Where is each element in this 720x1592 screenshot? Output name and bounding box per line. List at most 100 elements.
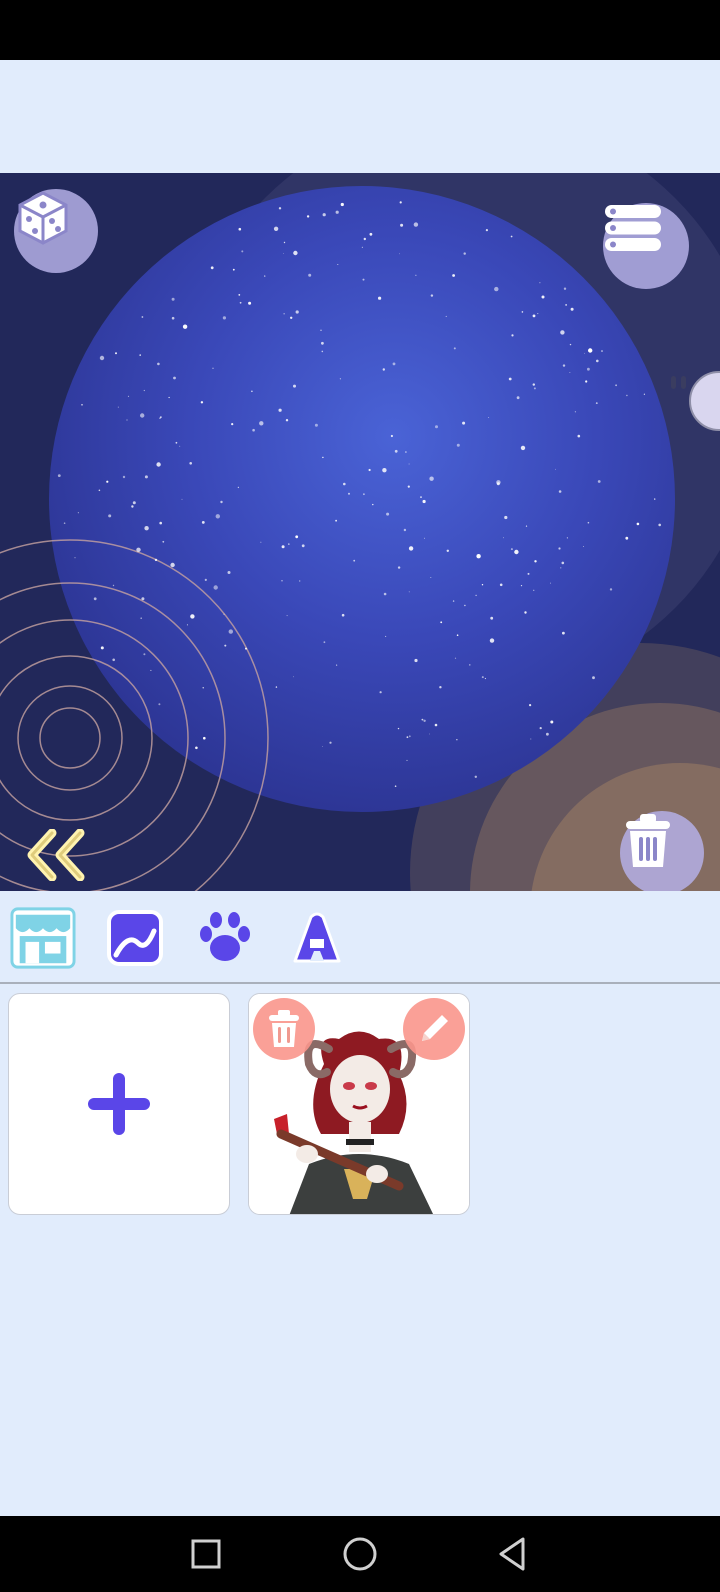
star	[430, 294, 434, 297]
editor-canvas[interactable]	[0, 173, 720, 891]
star	[382, 368, 385, 371]
star	[475, 594, 477, 597]
star	[132, 501, 136, 505]
star	[251, 390, 253, 393]
star	[295, 535, 299, 539]
star	[100, 646, 104, 650]
delete-all-button[interactable]	[620, 811, 704, 891]
system-back-button[interactable]	[490, 1532, 534, 1576]
edit-character-button[interactable]	[403, 998, 465, 1060]
star	[285, 419, 289, 422]
star	[382, 468, 387, 473]
star	[336, 664, 338, 666]
star	[469, 664, 471, 666]
star	[430, 577, 432, 578]
star	[530, 738, 532, 740]
star	[314, 423, 318, 427]
tab-background[interactable]	[102, 905, 168, 971]
randomize-button[interactable]	[14, 189, 98, 273]
star	[533, 387, 536, 390]
category-tab-bar	[0, 891, 720, 983]
recents-button[interactable]	[184, 1532, 228, 1576]
star	[585, 380, 588, 383]
star	[288, 543, 290, 545]
star	[562, 631, 565, 635]
star	[353, 559, 356, 562]
star	[516, 396, 520, 400]
star	[422, 499, 426, 504]
star	[439, 686, 442, 689]
star	[510, 235, 513, 238]
star	[363, 237, 366, 241]
star	[150, 669, 152, 671]
star	[154, 558, 158, 562]
star	[252, 428, 255, 432]
home-button[interactable]	[338, 1532, 382, 1576]
star	[168, 396, 170, 399]
pause-icon	[671, 376, 686, 389]
star	[503, 537, 504, 539]
star	[156, 462, 161, 467]
star	[308, 273, 312, 277]
back-chevron-button[interactable]	[22, 829, 94, 881]
star	[555, 468, 556, 470]
text-icon	[293, 912, 341, 963]
star	[481, 676, 484, 679]
star	[654, 498, 656, 500]
menu-button[interactable]	[603, 203, 689, 289]
star	[171, 316, 175, 320]
star	[339, 378, 341, 380]
star	[420, 496, 422, 498]
star	[106, 480, 109, 483]
saved-character-card[interactable]	[248, 993, 470, 1215]
star	[299, 580, 301, 582]
star	[321, 341, 324, 345]
tab-text[interactable]	[284, 905, 350, 971]
star	[508, 377, 512, 381]
star	[141, 316, 144, 318]
star	[379, 691, 382, 694]
star	[306, 215, 310, 218]
star	[474, 775, 477, 778]
star	[413, 222, 419, 227]
star	[625, 536, 629, 540]
star	[476, 554, 481, 559]
star	[204, 578, 207, 581]
star	[464, 604, 466, 607]
star	[563, 287, 567, 290]
star	[278, 408, 282, 412]
star	[362, 278, 365, 281]
star	[259, 421, 264, 426]
star	[462, 421, 466, 425]
star	[293, 250, 298, 256]
star	[239, 301, 242, 304]
trash-icon	[626, 814, 670, 867]
star	[453, 347, 456, 350]
pencil-icon	[422, 1015, 448, 1041]
star	[322, 456, 324, 459]
star	[525, 525, 528, 527]
star	[98, 489, 101, 492]
star	[144, 526, 149, 531]
star	[213, 585, 218, 590]
star	[162, 540, 165, 543]
star	[394, 785, 397, 787]
delete-character-button[interactable]	[253, 998, 315, 1060]
star	[181, 498, 183, 500]
star	[173, 376, 176, 380]
star	[93, 597, 97, 601]
star	[322, 213, 326, 217]
star	[456, 443, 460, 447]
star	[295, 310, 299, 314]
star	[494, 286, 499, 292]
tab-shop[interactable]	[10, 905, 76, 971]
star	[210, 266, 214, 270]
star	[227, 571, 231, 574]
tab-pets[interactable]	[192, 905, 258, 971]
star	[223, 613, 225, 615]
star	[397, 566, 401, 569]
star	[392, 362, 396, 366]
star	[546, 732, 549, 736]
star	[201, 521, 205, 524]
add-character-card[interactable]	[8, 993, 230, 1215]
